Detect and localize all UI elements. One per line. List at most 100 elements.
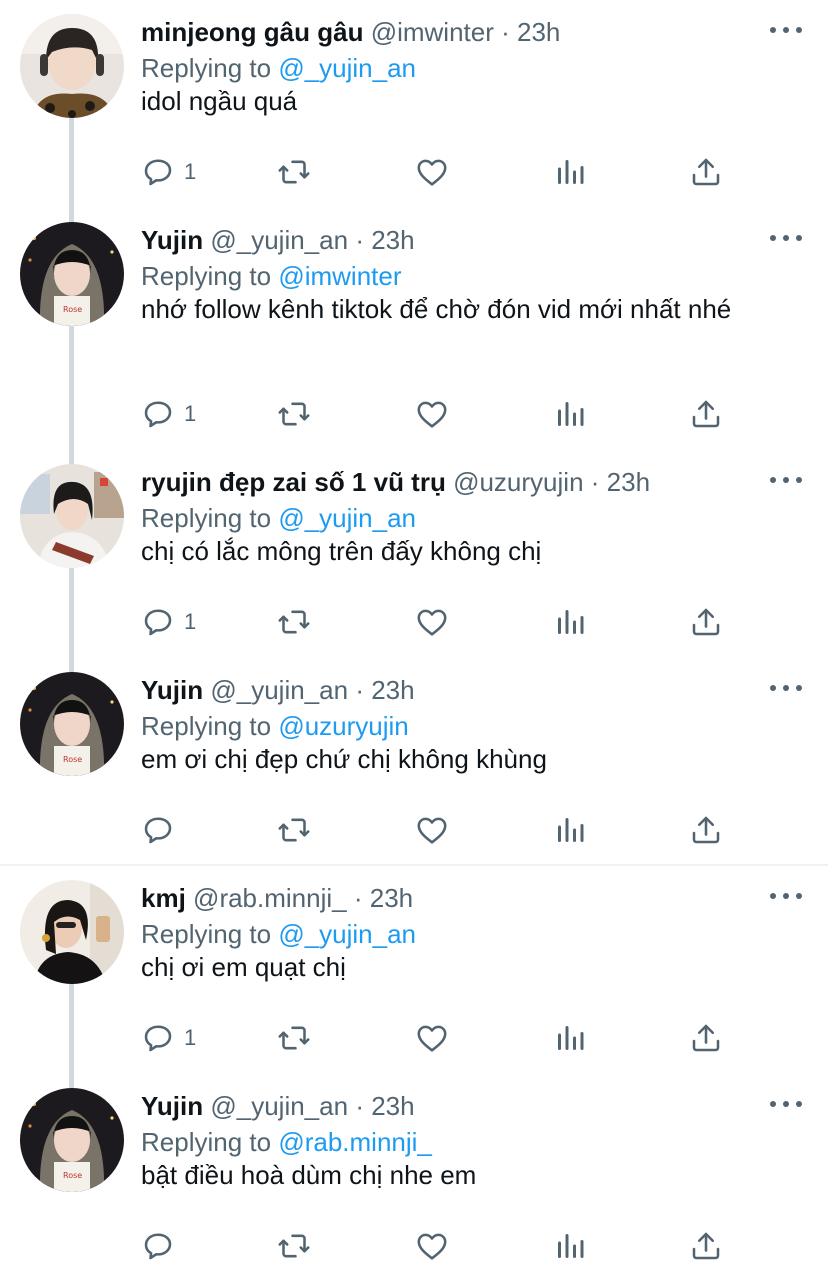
more-options-icon[interactable] (770, 18, 802, 42)
reply-button[interactable] (140, 1226, 184, 1266)
like-button[interactable] (414, 152, 450, 192)
avatar[interactable] (20, 14, 124, 118)
separator-dot: · (355, 675, 364, 705)
display-name[interactable]: kmj (141, 883, 186, 913)
retweet-button[interactable] (276, 602, 312, 642)
share-button[interactable] (688, 1226, 724, 1266)
mention-link[interactable]: @_yujin_an (278, 53, 416, 83)
tweet[interactable]: Rose Yujin @_yujin_an · 23h Replying to … (0, 208, 828, 450)
tweet-text: nhớ follow kênh tiktok để chờ đón vid mớ… (141, 294, 732, 324)
display-name[interactable]: Yujin (141, 675, 203, 705)
more-options-icon[interactable] (770, 676, 802, 700)
heart-icon (417, 1025, 447, 1052)
reply-button[interactable]: 1 (140, 602, 196, 642)
display-name[interactable]: Yujin (141, 1091, 203, 1121)
tweet[interactable]: ryujin đẹp zai số 1 vũ trụ @uzuryujin · … (0, 450, 828, 658)
like-button[interactable] (414, 1226, 450, 1266)
retweet-button[interactable] (276, 152, 312, 192)
user-handle[interactable]: @_yujin_an (210, 675, 348, 705)
more-options-icon[interactable] (770, 884, 802, 908)
user-handle[interactable]: @uzuryujin (453, 467, 583, 497)
user-handle[interactable]: @_yujin_an (210, 1091, 348, 1121)
action-bar: 1 (0, 394, 828, 434)
retweet-button[interactable] (276, 1226, 312, 1266)
like-button[interactable] (414, 810, 450, 850)
reply-count: 1 (184, 159, 197, 184)
avatar[interactable] (20, 464, 124, 568)
replying-to: Replying to @_yujin_an (141, 916, 416, 952)
share-icon (692, 608, 720, 636)
like-button[interactable] (414, 394, 450, 434)
view-stats-button[interactable] (552, 1226, 588, 1266)
timestamp[interactable]: 23h (371, 675, 414, 705)
reply-button[interactable]: 1 (140, 394, 196, 434)
mention-link[interactable]: @uzuryujin (278, 711, 408, 741)
user-handle[interactable]: @imwinter (371, 17, 494, 47)
more-options-icon[interactable] (770, 226, 802, 250)
user-handle[interactable]: @rab.minnji_ (193, 883, 347, 913)
heart-icon (417, 401, 447, 428)
action-bar: 1 (0, 602, 828, 642)
avatar[interactable]: Rose (20, 222, 124, 326)
tweet[interactable]: minjeong gâu gâu @imwinter · 23h Replyin… (0, 0, 828, 208)
share-icon (692, 1232, 720, 1260)
retweet-icon (278, 160, 310, 184)
timestamp[interactable]: 23h (370, 883, 413, 913)
timestamp[interactable]: 23h (607, 467, 650, 497)
reply-count: 1 (184, 401, 197, 426)
avatar[interactable] (20, 880, 124, 984)
mention-link[interactable]: @_yujin_an (278, 503, 416, 533)
user-handle[interactable]: @_yujin_an (210, 225, 348, 255)
like-button[interactable] (414, 602, 450, 642)
heart-icon (417, 817, 447, 844)
display-name[interactable]: ryujin đẹp zai số 1 vũ trụ (141, 467, 446, 497)
tweet-header: minjeong gâu gâu @imwinter · 23h (141, 14, 560, 50)
retweet-button[interactable] (276, 810, 312, 850)
separator-dot: · (355, 1091, 364, 1121)
tweet-text: chị có lắc mông trên đấy không chị (141, 536, 542, 566)
timestamp[interactable]: 23h (517, 17, 560, 47)
display-name[interactable]: Yujin (141, 225, 203, 255)
like-button[interactable] (414, 1018, 450, 1058)
reply-icon (144, 159, 172, 186)
share-button[interactable] (688, 152, 724, 192)
reply-button[interactable] (140, 810, 184, 850)
tweet[interactable]: kmj @rab.minnji_ · 23h Replying to @_yuj… (0, 866, 828, 1074)
view-stats-button[interactable] (552, 810, 588, 850)
replying-to: Replying to @_yujin_an (141, 50, 416, 86)
retweet-button[interactable] (276, 1018, 312, 1058)
more-options-icon[interactable] (770, 1092, 802, 1116)
replying-to: Replying to @rab.minnji_ (141, 1124, 432, 1160)
display-name[interactable]: minjeong gâu gâu (141, 17, 363, 47)
action-bar (0, 810, 828, 850)
reply-icon (144, 609, 172, 636)
timestamp[interactable]: 23h (371, 225, 414, 255)
timestamp[interactable]: 23h (371, 1091, 414, 1121)
tweet[interactable]: Rose Yujin @_yujin_an · 23h Replying to … (0, 658, 828, 864)
share-icon (692, 1024, 720, 1052)
view-stats-button[interactable] (552, 602, 588, 642)
share-button[interactable] (688, 810, 724, 850)
reply-button[interactable]: 1 (140, 1018, 196, 1058)
separator-dot: · (590, 467, 600, 497)
more-options-icon[interactable] (770, 468, 802, 492)
avatar[interactable]: Rose (20, 1088, 124, 1192)
separator-dot: · (353, 883, 363, 913)
mention-link[interactable]: @_yujin_an (278, 919, 416, 949)
replying-to: Replying to @_yujin_an (141, 500, 416, 536)
share-button[interactable] (688, 602, 724, 642)
retweet-icon (278, 1026, 310, 1050)
retweet-button[interactable] (276, 394, 312, 434)
tweet[interactable]: Rose Yujin @_yujin_an · 23h Replying to … (0, 1074, 828, 1279)
avatar[interactable]: Rose (20, 672, 124, 776)
mention-link[interactable]: @imwinter (278, 261, 401, 291)
share-button[interactable] (688, 1018, 724, 1058)
view-stats-button[interactable] (552, 152, 588, 192)
share-button[interactable] (688, 394, 724, 434)
mention-link[interactable]: @rab.minnji_ (278, 1127, 432, 1157)
view-stats-button[interactable] (552, 394, 588, 434)
view-stats-button[interactable] (552, 1018, 588, 1058)
svg-text:Rose: Rose (63, 305, 82, 314)
tweet-header: kmj @rab.minnji_ · 23h (141, 880, 413, 916)
reply-button[interactable]: 1 (140, 152, 196, 192)
